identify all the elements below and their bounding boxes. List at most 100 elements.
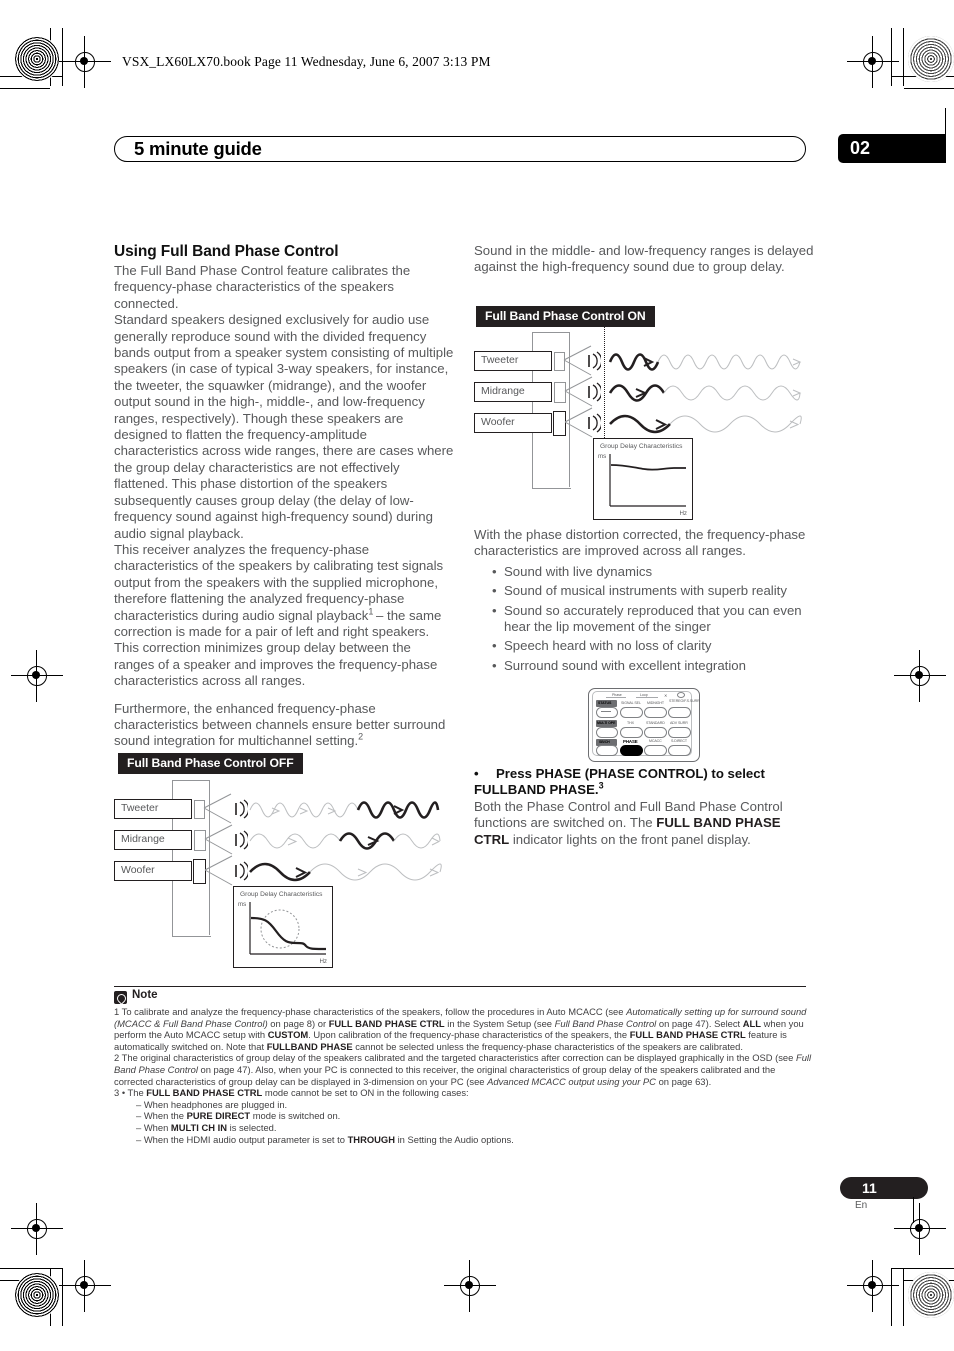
speaker-label-midrange-on: Midrange <box>474 382 552 402</box>
after-figure-paragraph: With the phase distortion corrected, the… <box>474 527 806 559</box>
remote-top-line-right <box>636 697 658 698</box>
remote-button-thx[interactable] <box>620 727 643 738</box>
remote-button-mcacc[interactable] <box>644 745 667 756</box>
remote-button-signal-sel[interactable] <box>620 707 643 718</box>
speaker-label-tweeter-off-text: Tweeter <box>121 802 159 814</box>
speaker-label-woofer-on: Woofer <box>474 413 552 433</box>
list-item: Speech heard with no loss of clarity <box>492 638 814 655</box>
note-icon <box>114 991 127 1004</box>
book-header-text: VSX_LX60LX70.book Page 11 Wednesday, Jun… <box>122 54 491 69</box>
remote-top-line-left <box>606 697 626 698</box>
remote-button-status-label: STATUS <box>598 700 612 705</box>
registration-mark-mid-right <box>894 650 946 702</box>
remote-control-illustration: Phase Loop ✕ STATUS SIGNAL SEL MIDNIGHT … <box>588 688 700 762</box>
waveform-midrange-off <box>249 832 441 850</box>
waveform-woofer-on <box>609 414 802 434</box>
chapter-number-badge: 02 <box>838 134 946 163</box>
footnote-ref-2: 2 <box>358 731 364 742</box>
crop-mark-bottom-right-v2 <box>903 1268 905 1326</box>
group-delay-chart-on: Group Delay Characteristics ms Hz <box>593 438 693 520</box>
remote-button-mcacc-label: MCACC <box>649 739 662 743</box>
footnote-3-sub-1: – When headphones are plugged in. <box>136 1098 288 1110</box>
figure-on-caption-wrap: Full Band Phase Control ON <box>476 306 655 327</box>
step-instruction-line2: FULLBAND PHASE.3 <box>474 782 814 798</box>
paragraph-4: Furthermore, the enhanced frequency-phas… <box>114 701 454 750</box>
footnote-3-sub-3: – When MULTI CH IN is selected. <box>136 1121 277 1133</box>
group-delay-chart-off: Group Delay Characteristics ms Hz <box>233 886 333 968</box>
remote-button-sbch-key[interactable] <box>596 745 618 756</box>
footnote-3: 3 • The FULL BAND PHASE CTRL mode cannot… <box>114 1087 469 1099</box>
crop-mark-top-right-h2 <box>904 88 954 90</box>
speaker-label-midrange-off: Midrange <box>114 830 192 850</box>
remote-button-status-key[interactable] <box>596 707 618 718</box>
waveform-woofer-off <box>249 862 442 882</box>
paragraph-2: Standard speakers designed exclusively f… <box>114 312 454 541</box>
speaker-label-tweeter-on-text: Tweeter <box>481 354 519 366</box>
step-text-1: Press PHASE (PHASE CONTROL) to select <box>496 766 765 781</box>
speaker-cone-tweeter-off <box>203 793 232 824</box>
crop-mark-bottom-right-h <box>892 1268 954 1270</box>
remote-top-icon-loop <box>677 692 685 698</box>
remote-button-adv-surr[interactable] <box>668 727 691 738</box>
halftone-dot-bottom-right <box>908 1272 954 1318</box>
group-delay-curve-on <box>609 454 686 507</box>
page-number-badge: 11 <box>840 1177 928 1199</box>
list-item: Sound of musical instruments with superb… <box>492 583 814 600</box>
chapter-tick-mark <box>945 108 946 138</box>
crop-mark-bottom-left-v2 <box>62 1268 64 1326</box>
chapter-number-text: 02 <box>850 138 871 158</box>
remote-button-signal-sel-label: SIGNAL SEL <box>621 701 641 705</box>
remote-button-adv-surr-label: ADV SURR <box>670 721 688 725</box>
page-language-code: En <box>855 1200 868 1211</box>
remote-button-phase[interactable] <box>620 745 643 756</box>
note-body: 1 To calibrate and analyze the frequency… <box>114 1006 814 1145</box>
step-desc-2: indicator lights on the front panel disp… <box>509 831 751 847</box>
benefits-list: Sound with live dynamics Sound of musica… <box>474 564 814 675</box>
paragraph-3: This receiver analyzes the frequency-pha… <box>114 542 454 690</box>
halftone-dot-top-right <box>908 36 954 82</box>
remote-button-multi-ope-label: MULTI OPE <box>597 720 616 725</box>
speaker-label-midrange-off-text: Midrange <box>121 833 165 845</box>
page-number-text: 11 <box>862 1180 877 1196</box>
registration-mark-bottom-left <box>59 1260 111 1312</box>
sound-emission-tweeter-on <box>588 351 601 371</box>
sound-emission-midrange-off <box>235 830 248 850</box>
speaker-label-midrange-on-text: Midrange <box>481 385 525 397</box>
section-heading: Using Full Band Phase Control <box>114 243 339 260</box>
remote-button-midnight[interactable] <box>644 707 667 718</box>
speaker-label-tweeter-on: Tweeter <box>474 351 552 371</box>
speaker-label-woofer-on-text: Woofer <box>481 416 515 428</box>
step-text-2: FULLBAND PHASE. <box>474 782 599 798</box>
waveform-midrange-on <box>608 384 802 402</box>
speaker-label-woofer-off-text: Woofer <box>121 864 155 876</box>
crop-mark-bottom-right-v <box>891 1268 893 1326</box>
waveform-tweeter-off <box>249 801 440 819</box>
halftone-dot-bottom-left <box>14 1272 60 1318</box>
remote-button-multi-ope-key[interactable] <box>596 727 618 738</box>
speaker-cone-midrange-off <box>204 824 233 855</box>
registration-mark-top-left <box>59 36 111 88</box>
remote-button-stereo-fssurr[interactable] <box>668 707 691 718</box>
left-column: Using Full Band Phase Control The Full B… <box>114 243 454 750</box>
right-column-lower: With the phase distortion corrected, the… <box>474 527 814 677</box>
sound-emission-woofer-on <box>588 413 601 433</box>
registration-mark-left-lower <box>11 1203 63 1255</box>
right-column: Sound in the middle- and low-frequency r… <box>474 243 814 276</box>
remote-button-thx-label: THX <box>627 721 634 725</box>
page-tick-mark <box>913 1197 914 1223</box>
remote-button-status-dash <box>601 711 611 712</box>
remote-button-sbch-label: SB/CH <box>599 739 610 744</box>
figure-on-caption: Full Band Phase Control ON <box>476 306 655 327</box>
remote-button-s-direct[interactable] <box>668 745 691 756</box>
speaker-label-woofer-off: Woofer <box>114 861 192 881</box>
step-instruction-block: • Press PHASE (PHASE CONTROL) to select F… <box>474 766 814 848</box>
remote-button-s-direct-label: S.DIRECT <box>671 739 687 743</box>
step-instruction-line1: • Press PHASE (PHASE CONTROL) to select <box>474 766 814 782</box>
registration-mark-right-lower <box>894 1203 946 1255</box>
list-item: Surround sound with excellent integratio… <box>492 658 814 675</box>
remote-button-phase-label: PHASE <box>623 739 638 744</box>
remote-button-standard[interactable] <box>644 727 667 738</box>
waveform-tweeter-on <box>608 353 802 371</box>
registration-mark-mid-left <box>11 650 63 702</box>
registration-mark-top-right <box>847 36 899 88</box>
